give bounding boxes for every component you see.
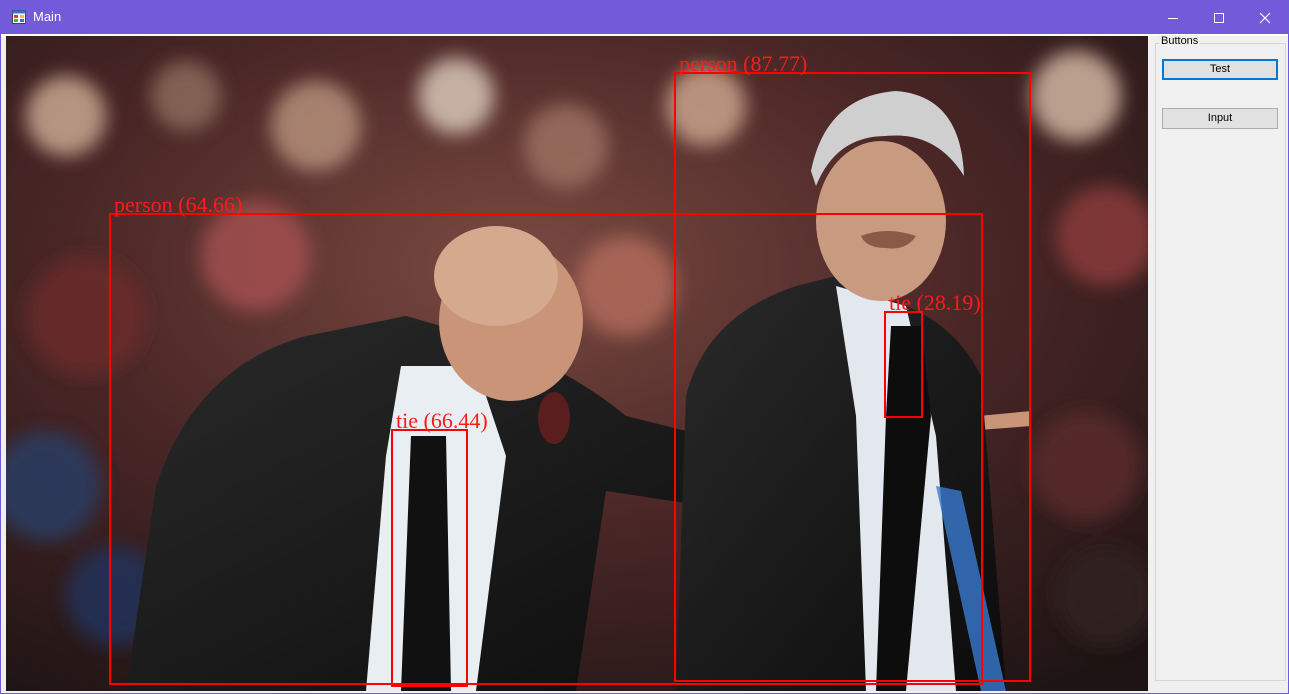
title-bar[interactable]: Main — [1, 1, 1288, 34]
detection-image: person (87.77) person (64.66) tie (28.19… — [6, 36, 1148, 691]
person-label-2: person (64.66) — [114, 192, 242, 217]
tie-label-2: tie (66.44) — [396, 408, 488, 433]
maximize-button[interactable] — [1196, 1, 1242, 34]
buttons-groupbox — [1155, 43, 1286, 681]
detection-picturebox: person (87.77) person (64.66) tie (28.19… — [6, 36, 1148, 691]
input-button[interactable]: Input — [1162, 108, 1278, 129]
close-icon — [1259, 12, 1271, 23]
person-label-1: person (87.77) — [679, 51, 807, 76]
app-icon — [12, 10, 26, 24]
minimize-icon — [1168, 17, 1178, 19]
tie-label-1: tie (28.19) — [889, 290, 981, 315]
main-window: Main person (87.77) person (64.66) tie (… — [0, 0, 1289, 694]
maximize-icon — [1214, 12, 1224, 23]
window-title: Main — [33, 9, 62, 24]
minimize-button[interactable] — [1150, 1, 1196, 34]
groupbox-title: Buttons — [1159, 35, 1201, 47]
test-button[interactable]: Test — [1162, 59, 1278, 80]
close-button[interactable] — [1242, 1, 1288, 34]
